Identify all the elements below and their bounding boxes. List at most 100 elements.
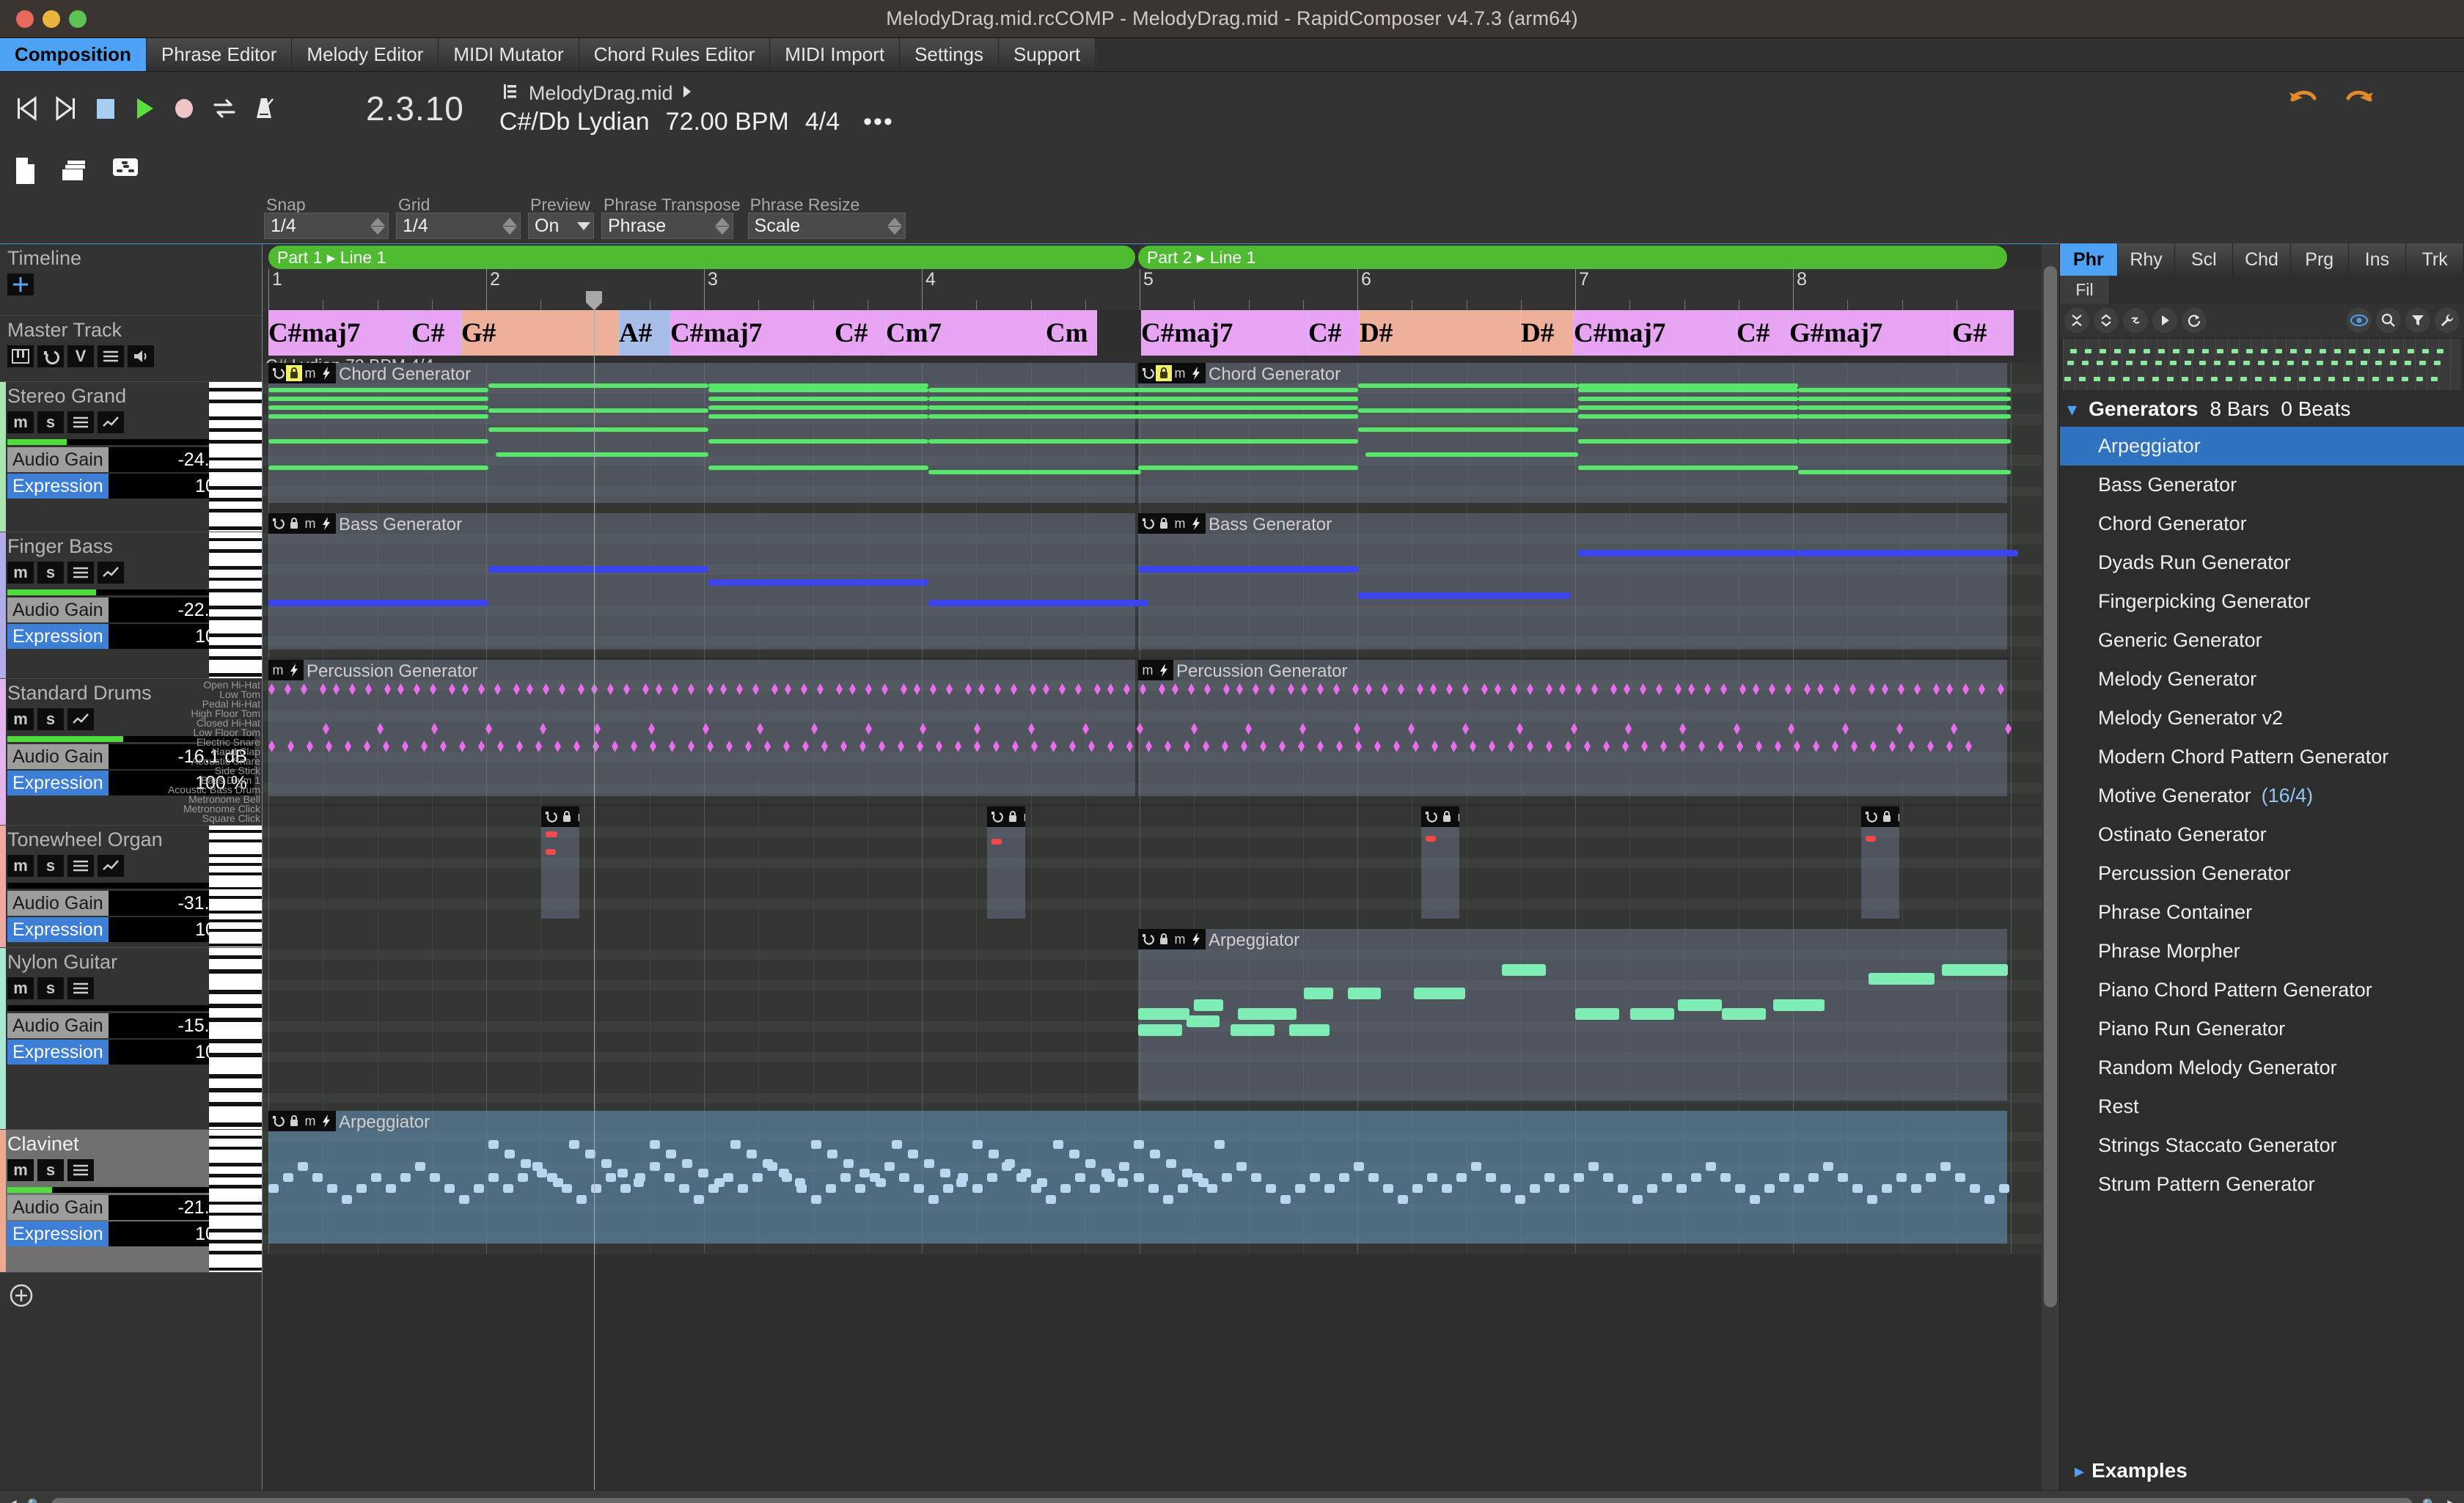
browser-tab-prg[interactable]: Prg [2290,243,2349,276]
midi-note[interactable] [1798,439,2011,444]
mute-button[interactable]: m [7,708,34,730]
spinner-arrows[interactable] [715,217,730,235]
chord-cell[interactable]: G# [461,310,619,356]
midi-note[interactable] [1471,1162,1481,1171]
tab-composition[interactable]: Composition [0,38,147,71]
midi-note[interactable] [679,1184,689,1193]
browser-tab-chd[interactable]: Chd [2233,243,2291,276]
midi-note[interactable] [1798,405,2011,410]
midi-note[interactable] [1005,1159,1015,1168]
midi-note[interactable] [1867,1195,1877,1204]
generator-list[interactable]: Arpeggiator Bass Generator Chord Generator… [2060,427,2464,1452]
midi-note[interactable] [268,600,488,606]
midi-note[interactable] [1358,427,1578,432]
chevron-down-icon[interactable] [577,221,590,230]
midi-note[interactable] [1926,1173,1936,1182]
track-header[interactable]: Stereo GrandmsAudio Gain-24.0 dBExpressi… [0,382,262,532]
mute-badge[interactable]: m [575,809,580,825]
chord-cell[interactable]: C#maj7 [268,310,411,356]
zoom-button[interactable] [69,10,87,28]
midi-note[interactable] [1500,1184,1511,1193]
phrase-clip[interactable]: m Percussion Generator [268,660,1135,796]
midi-note[interactable] [708,405,928,410]
part-bar[interactable]: Part 2 ▸ Line 1 [1138,246,2007,269]
midi-note[interactable] [1427,1173,1437,1182]
midi-note[interactable] [1942,964,2008,976]
midi-note[interactable] [940,1169,950,1177]
lock-icon[interactable] [1439,809,1455,825]
skip-end-icon[interactable] [48,91,84,126]
midi-note[interactable] [488,427,708,432]
midi-note[interactable] [1138,1024,1182,1036]
midi-note[interactable] [1940,1162,1951,1171]
midi-note[interactable] [1544,1173,1555,1182]
midi-note[interactable] [1779,1173,1789,1182]
midi-note[interactable] [1798,397,2011,401]
midi-note[interactable] [859,1169,870,1177]
window-controls[interactable] [16,10,87,28]
midi-note[interactable] [1559,1184,1569,1193]
midi-note[interactable] [956,1178,967,1187]
midi-note[interactable] [1194,999,1223,1011]
undo-redo-group[interactable] [2287,85,2376,115]
chord-cell[interactable]: Cm [1046,310,1097,356]
clip-badges[interactable]: m [541,806,579,827]
midi-note[interactable] [752,1173,763,1182]
midi-note[interactable] [1398,1195,1408,1204]
mute-badge[interactable]: m [302,515,318,532]
midi-note[interactable] [1578,466,1798,470]
solo-button[interactable]: s [37,1159,64,1181]
chord-track[interactable]: C#maj7 C# G# A# C#maj7 C# Cm7 Cm C#maj7 C# D# D# C#m… [263,310,2059,356]
generator-item[interactable]: Rest [2060,1087,2464,1126]
midi-note[interactable] [708,439,928,444]
midi-note[interactable] [268,466,488,470]
browser-tab-rhy[interactable]: Rhy [2117,243,2176,276]
midi-note[interactable] [1578,550,1798,556]
midi-note[interactable] [827,1150,837,1158]
midi-note[interactable] [1588,1162,1599,1171]
record-icon[interactable] [167,91,202,126]
mute-badge[interactable]: m [1172,365,1188,381]
generator-item[interactable]: Melody Generator v2 [2060,699,2464,738]
midi-note[interactable] [899,1173,909,1182]
midi-note[interactable] [1295,1184,1305,1193]
midi-note[interactable] [1069,1150,1079,1158]
loop-icon[interactable] [207,91,242,126]
clip-badges[interactable]: m [1421,806,1459,827]
midi-note[interactable] [1178,1184,1188,1193]
playhead[interactable] [594,309,595,1490]
clip-badges[interactable]: m [987,806,1025,827]
midi-note[interactable] [876,1178,886,1187]
master-track-buttons[interactable]: V [0,345,262,367]
spinner-arrows[interactable] [502,217,517,235]
midi-note[interactable] [1222,1173,1232,1182]
midi-note[interactable] [738,1184,748,1193]
chord-cell[interactable]: G# [1952,310,2014,356]
mute-button[interactable]: m [7,1159,34,1181]
midi-note[interactable] [1502,964,1546,976]
midi-note[interactable] [634,1178,644,1187]
zoom-out-icon[interactable]: 🔍 [22,1498,47,1503]
midi-note[interactable] [1138,1008,1189,1020]
track-header[interactable]: Finger BassmsAudio Gain-22.1 dBExpressio… [0,532,262,679]
midi-note[interactable] [1955,1173,1965,1182]
midi-note[interactable] [708,466,928,470]
midi-note[interactable] [386,1184,396,1193]
midi-note[interactable] [521,1159,531,1168]
midi-note[interactable] [312,1173,323,1182]
midi-note[interactable] [415,1162,425,1171]
clip-badges[interactable]: m [1861,806,1899,827]
midi-note[interactable] [1866,836,1876,842]
midi-note[interactable] [664,1173,675,1182]
scroll-left-arrow[interactable]: ◀ [0,1496,22,1503]
midi-note[interactable] [488,408,708,413]
midi-note[interactable] [1882,1184,1892,1193]
midi-note[interactable] [1618,1184,1628,1193]
midi-note[interactable] [1310,1173,1320,1182]
generator-item[interactable]: Random Melody Generator [2060,1048,2464,1087]
lines-icon[interactable] [67,1159,94,1181]
lock-icon[interactable] [286,515,302,532]
midi-note[interactable] [591,1184,601,1193]
mute-button[interactable]: m [7,562,34,584]
mute-badge[interactable]: m [1172,931,1188,947]
